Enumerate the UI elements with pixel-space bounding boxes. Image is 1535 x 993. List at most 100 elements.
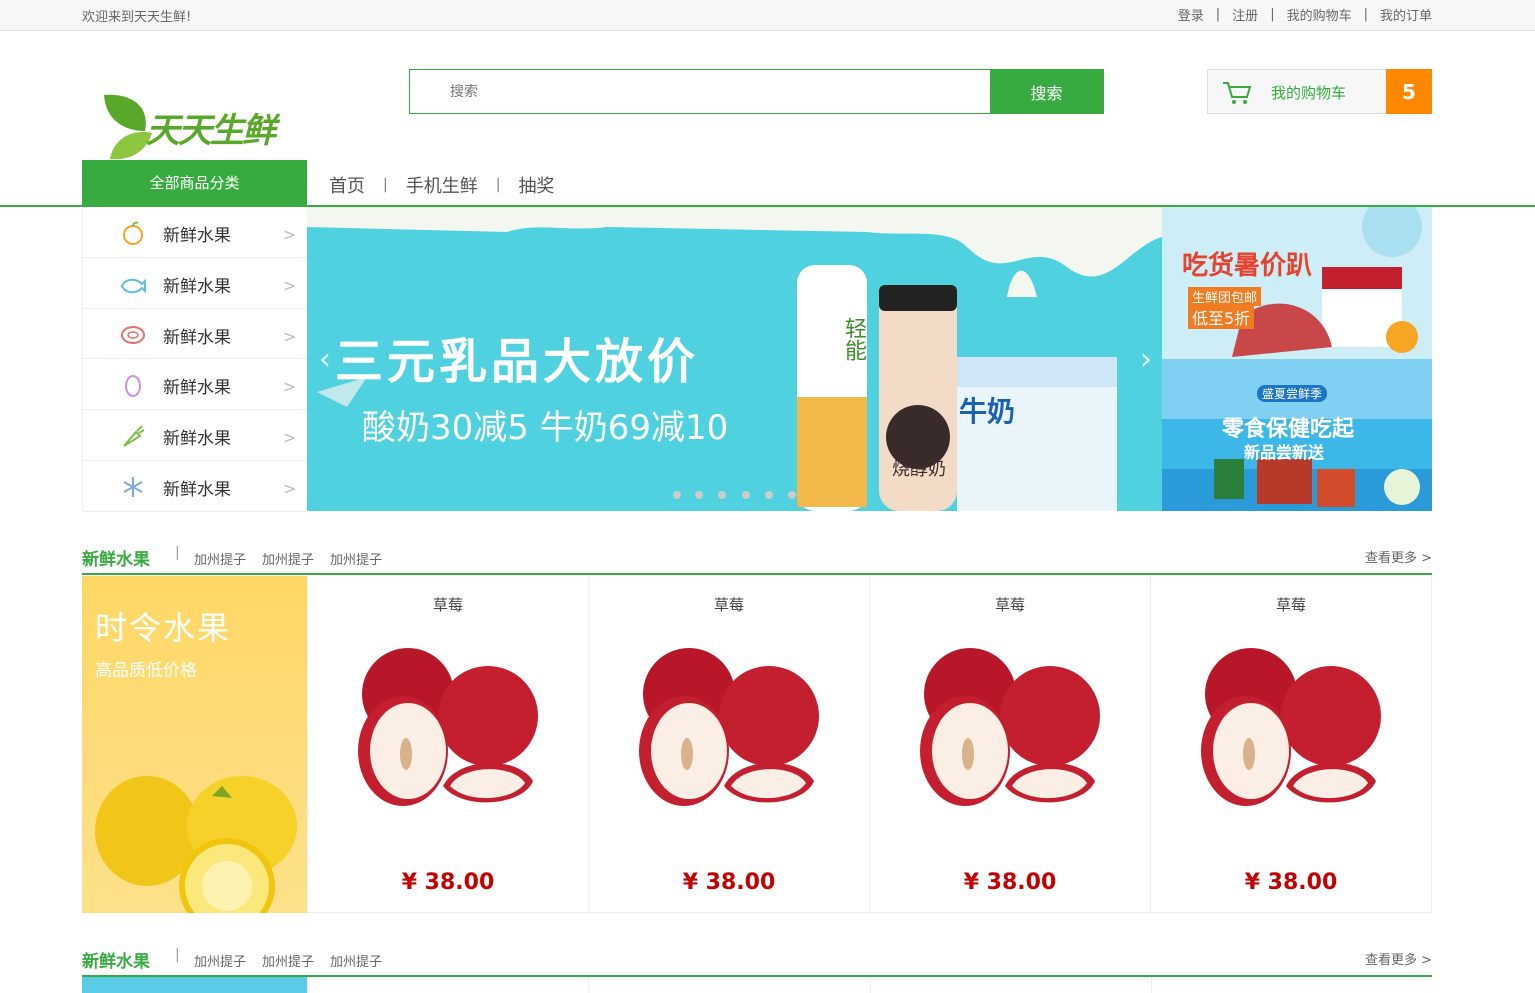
section-title[interactable]: 新鲜水果 bbox=[82, 545, 150, 570]
category-label: 新鲜水果 bbox=[163, 327, 231, 348]
nav-home[interactable]: 首页 bbox=[329, 172, 365, 198]
product-grid: 草莓 ¥ 38.00 草莓 ¥ 38.00 草莓 ¥ 38.00 草莓 ¥ 38… bbox=[307, 576, 1432, 913]
separator: | bbox=[175, 545, 180, 561]
meat-icon bbox=[121, 325, 145, 344]
cart-label: 我的购物车 bbox=[1271, 84, 1347, 102]
banner-next-arrow[interactable]: › bbox=[1140, 342, 1152, 377]
top-bar: 欢迎来到天天生鲜! 登录 | 注册 | 我的购物车 | 我的订单 bbox=[0, 0, 1535, 31]
section-tag[interactable]: 加州提子 bbox=[262, 549, 314, 568]
category-label: 新鲜水果 bbox=[163, 378, 231, 399]
category-label: 新鲜水果 bbox=[163, 276, 231, 297]
promo-title: 时令水果 bbox=[95, 609, 232, 647]
banner-product-label: 牛奶 bbox=[959, 395, 1016, 428]
view-more-link[interactable]: 查看更多 > bbox=[1365, 547, 1432, 566]
product-card[interactable] bbox=[307, 977, 588, 993]
category-item[interactable]: 新鲜水果 > bbox=[83, 461, 307, 512]
product-card[interactable]: 草莓 ¥ 38.00 bbox=[588, 576, 869, 913]
ad-title: 吃货暑价趴 bbox=[1182, 251, 1313, 281]
register-link[interactable]: 注册 bbox=[1232, 5, 1258, 24]
chevron-right-icon: > bbox=[283, 478, 297, 498]
category-label: 新鲜水果 bbox=[163, 226, 231, 246]
product-card[interactable] bbox=[588, 977, 869, 993]
view-more-link[interactable]: 查看更多 > bbox=[1365, 949, 1432, 968]
chevron-right-icon: > bbox=[283, 326, 297, 346]
category-item[interactable]: 新鲜水果 > bbox=[83, 258, 307, 309]
egg-icon bbox=[125, 375, 141, 398]
product-price: ¥ 38.00 bbox=[401, 870, 495, 895]
apple-image[interactable] bbox=[629, 646, 829, 816]
banner-headline: 三元乳品大放价 bbox=[335, 334, 700, 390]
cart-box[interactable]: 我的购物车 5 bbox=[1207, 69, 1432, 114]
product-card[interactable] bbox=[869, 977, 1151, 993]
product-card[interactable] bbox=[1150, 977, 1432, 993]
product-name[interactable]: 草莓 bbox=[308, 594, 588, 615]
product-price: ¥ 38.00 bbox=[682, 870, 776, 895]
main-nav: 全部商品分类 首页 | 手机生鲜 | 抽奖 bbox=[0, 160, 1535, 207]
product-card[interactable]: 草莓 ¥ 38.00 bbox=[307, 576, 588, 913]
section-header: 新鲜水果 | 加州提子 加州提子 加州提子 查看更多 > bbox=[82, 543, 1432, 575]
product-card[interactable]: 草莓 ¥ 38.00 bbox=[869, 576, 1150, 913]
search-input[interactable] bbox=[410, 70, 990, 113]
section-promo-banner[interactable] bbox=[82, 977, 307, 993]
login-link[interactable]: 登录 bbox=[1178, 5, 1204, 24]
chevron-right-icon: > bbox=[283, 225, 297, 244]
apple-image[interactable] bbox=[348, 646, 548, 816]
section-header: 新鲜水果 | 加州提子 加州提子 加州提子 查看更多 > bbox=[82, 945, 1432, 977]
category-item[interactable]: 新鲜水果 > bbox=[83, 207, 307, 258]
promo-ad-bottom[interactable]: 盛夏尝鲜季 零食保健吃起 新品尝新送 bbox=[1162, 359, 1432, 511]
search-bar: 搜索 bbox=[409, 69, 1104, 114]
separator: | bbox=[383, 177, 388, 193]
banner-subline: 酸奶30减5 牛奶69减10 bbox=[362, 408, 729, 448]
seafood-icon bbox=[120, 278, 146, 294]
lemon-image bbox=[95, 776, 297, 913]
promo-subtitle: 高品质低价格 bbox=[95, 661, 197, 681]
product-name[interactable]: 草莓 bbox=[1151, 594, 1431, 615]
promo-ad-top[interactable]: 吃货暑价趴 生鲜团包邮 低至5折 bbox=[1162, 207, 1432, 359]
section-title[interactable]: 新鲜水果 bbox=[82, 947, 150, 972]
ad-subtitle: 生鲜团包邮 bbox=[1188, 287, 1262, 306]
section-tags: 加州提子 加州提子 加州提子 bbox=[194, 951, 382, 970]
my-cart-link[interactable]: 我的购物车 bbox=[1287, 5, 1352, 24]
top-links: 登录 | 注册 | 我的购物车 | 我的订单 bbox=[1178, 5, 1432, 24]
category-item[interactable]: 新鲜水果 > bbox=[83, 309, 307, 360]
section-tag[interactable]: 加州提子 bbox=[194, 951, 246, 970]
ad-top-label: 盛夏尝鲜季 bbox=[1257, 385, 1328, 402]
banner-prev-arrow[interactable]: ‹ bbox=[319, 342, 331, 377]
category-item[interactable]: 新鲜水果 > bbox=[83, 359, 307, 411]
logo-text[interactable]: 天天生鲜 bbox=[146, 103, 276, 152]
all-categories-button[interactable]: 全部商品分类 bbox=[82, 160, 307, 205]
section-promo-banner[interactable]: 时令水果 高品质低价格 bbox=[82, 576, 307, 913]
welcome-text: 欢迎来到天天生鲜! bbox=[82, 10, 192, 25]
separator: | bbox=[495, 177, 501, 193]
section-tag[interactable]: 加州提子 bbox=[194, 549, 246, 568]
snowflake-icon bbox=[123, 476, 143, 497]
category-label: 新鲜水果 bbox=[163, 479, 231, 500]
category-item[interactable]: 新鲜水果 > bbox=[83, 410, 307, 461]
category-label: 新鲜水果 bbox=[163, 429, 231, 450]
product-name[interactable]: 草莓 bbox=[589, 594, 869, 615]
section-tag[interactable]: 加州提子 bbox=[262, 951, 314, 970]
nav-lottery[interactable]: 抽奖 bbox=[518, 172, 554, 198]
chevron-right-icon: > bbox=[283, 428, 297, 448]
section-tags: 加州提子 加州提子 加州提子 bbox=[194, 549, 382, 568]
separator: | bbox=[1270, 7, 1275, 22]
apple-image[interactable] bbox=[1191, 646, 1391, 816]
product-card[interactable]: 草莓 ¥ 38.00 bbox=[1150, 576, 1431, 913]
product-name[interactable]: 草莓 bbox=[870, 594, 1150, 615]
separator: | bbox=[1215, 7, 1221, 22]
apple-image[interactable] bbox=[910, 646, 1110, 816]
category-list: 新鲜水果 > 新鲜水果 > 新鲜水果 > 新鲜水果 > 新鲜水果 > 新鲜水果 … bbox=[82, 207, 307, 512]
chevron-right-icon: > bbox=[283, 275, 297, 295]
cart-count-badge: 5 bbox=[1386, 69, 1432, 114]
cart-icon bbox=[1223, 82, 1252, 104]
section-tag[interactable]: 加州提子 bbox=[330, 549, 382, 568]
my-orders-link[interactable]: 我的订单 bbox=[1380, 5, 1432, 24]
banner-product-label: 轻能 bbox=[841, 317, 866, 361]
section-tag[interactable]: 加州提子 bbox=[330, 951, 382, 970]
nav-links: 首页 | 手机生鲜 | 抽奖 bbox=[329, 172, 554, 198]
search-button[interactable]: 搜索 bbox=[990, 70, 1103, 113]
carrot-icon bbox=[123, 425, 145, 448]
hero-banner[interactable]: 三元乳品大放价 酸奶30减5 牛奶69减10 轻能 烧醇奶 牛奶 ‹ › bbox=[307, 207, 1162, 511]
nav-mobile-fresh[interactable]: 手机生鲜 bbox=[406, 172, 478, 198]
chevron-right-icon: > bbox=[283, 377, 297, 397]
